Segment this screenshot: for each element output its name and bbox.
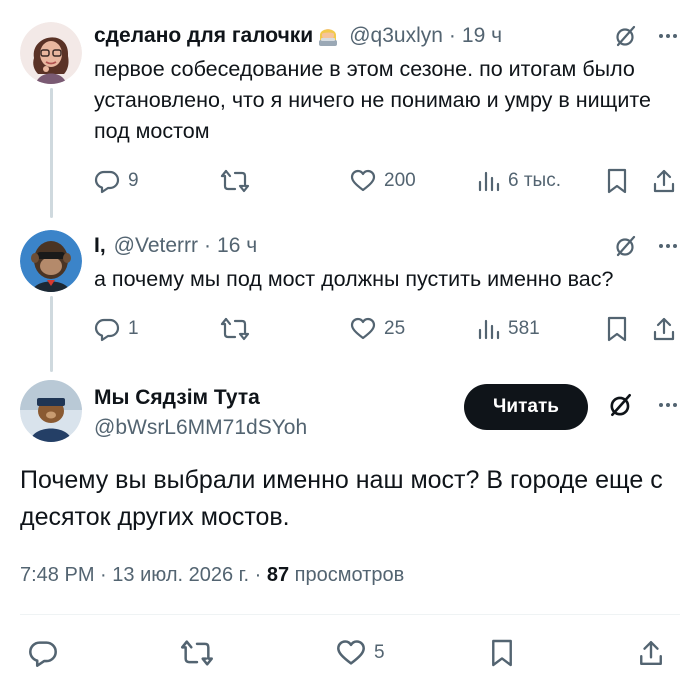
follow-button[interactable]: Читать bbox=[464, 384, 588, 430]
like-button[interactable]: 200 bbox=[350, 166, 416, 196]
grok-icon[interactable] bbox=[614, 24, 638, 48]
views-label: просмотров bbox=[294, 564, 405, 586]
main-tweet-actions: 5 bbox=[20, 636, 680, 670]
tweet-actions: 1 25 581 bbox=[94, 314, 680, 344]
main-tweet-header: Мы Сядзім Тута @bWsrL6MM71dSYoh Читать bbox=[20, 380, 680, 448]
retweet-button[interactable] bbox=[220, 314, 258, 344]
author-name[interactable]: сделано для галочки bbox=[94, 24, 313, 48]
avatar[interactable] bbox=[20, 230, 82, 292]
tweet-time[interactable]: 7:48 PM bbox=[20, 564, 94, 586]
more-icon[interactable] bbox=[656, 393, 680, 417]
views-count: 581 bbox=[508, 318, 540, 339]
retweet-icon bbox=[220, 169, 250, 193]
share-button[interactable] bbox=[652, 314, 676, 344]
timestamp[interactable]: 19 ч bbox=[462, 24, 502, 48]
views-count: 6 тыс. bbox=[508, 170, 561, 191]
thread-line-2 bbox=[50, 296, 53, 372]
retweet-icon bbox=[220, 317, 250, 341]
like-icon bbox=[337, 640, 365, 665]
lady-emoji-icon bbox=[315, 23, 341, 49]
divider bbox=[20, 614, 680, 615]
avatar[interactable] bbox=[20, 22, 82, 84]
reply-button[interactable]: 1 bbox=[94, 314, 139, 344]
share-icon bbox=[653, 169, 675, 193]
tweet-date[interactable]: 13 июл. 2026 г. bbox=[112, 564, 249, 586]
separator: · bbox=[100, 564, 107, 586]
grok-icon[interactable] bbox=[614, 234, 638, 258]
tweet-2[interactable]: I, @Veterrr · 16 ч а почему мы под мост … bbox=[94, 230, 680, 295]
reply-button[interactable]: 9 bbox=[94, 166, 139, 196]
views-icon bbox=[478, 171, 500, 192]
reply-count: 1 bbox=[128, 318, 139, 339]
retweet-button[interactable] bbox=[220, 166, 258, 196]
avatar[interactable] bbox=[20, 380, 82, 442]
views-button[interactable]: 6 тыс. bbox=[476, 166, 561, 196]
more-icon[interactable] bbox=[656, 24, 680, 48]
timestamp[interactable]: 16 ч bbox=[217, 234, 257, 258]
views-icon bbox=[478, 319, 500, 340]
views-button[interactable]: 581 bbox=[476, 314, 540, 344]
reply-button[interactable] bbox=[28, 636, 58, 670]
reply-count: 9 bbox=[128, 170, 139, 191]
tweet-text: а почему мы под мост должны пустить имен… bbox=[94, 267, 614, 291]
tweet-1[interactable]: сделано для галочки @q3uxlyn · 19 ч перв… bbox=[94, 20, 680, 147]
like-button[interactable]: 25 bbox=[350, 314, 405, 344]
bookmark-button[interactable] bbox=[606, 166, 628, 196]
retweet-icon bbox=[181, 640, 213, 666]
reply-icon bbox=[94, 318, 120, 342]
grok-icon[interactable] bbox=[608, 392, 634, 418]
bookmark-icon bbox=[492, 639, 512, 667]
views-count: 87 bbox=[266, 564, 290, 586]
tweet-meta: 7:48 PM · 13 июл. 2026 г. · 87 просмотро… bbox=[20, 564, 404, 587]
thread-line-1 bbox=[50, 88, 53, 218]
tweet-actions: 9 200 6 тыс. bbox=[94, 166, 680, 196]
author-handle[interactable]: @q3uxlyn bbox=[349, 24, 443, 48]
bookmark-button[interactable] bbox=[490, 636, 514, 670]
like-button[interactable]: 5 bbox=[336, 636, 385, 670]
like-count: 200 bbox=[384, 170, 416, 191]
separator: · bbox=[448, 24, 456, 47]
author-handle[interactable]: @Veterrr bbox=[114, 234, 198, 258]
bookmark-button[interactable] bbox=[606, 314, 628, 344]
share-icon bbox=[653, 317, 675, 341]
reply-icon bbox=[29, 641, 57, 667]
main-tweet-text: Почему вы выбрали именно наш мост? В гор… bbox=[20, 466, 663, 531]
like-icon bbox=[350, 317, 376, 340]
separator: · bbox=[204, 234, 212, 257]
reply-icon bbox=[94, 170, 120, 194]
tweet-text: первое собеседование в этом сезоне. по и… bbox=[94, 57, 651, 143]
like-count: 25 bbox=[384, 318, 406, 339]
separator: · bbox=[254, 564, 262, 586]
like-icon bbox=[350, 169, 376, 192]
bookmark-icon bbox=[607, 316, 627, 342]
share-button[interactable] bbox=[638, 636, 664, 670]
author-name[interactable]: I, bbox=[94, 234, 106, 258]
bookmark-icon bbox=[607, 168, 627, 194]
like-count: 5 bbox=[374, 642, 385, 663]
share-icon bbox=[640, 640, 662, 666]
more-icon[interactable] bbox=[656, 234, 680, 258]
author-handle[interactable]: @bWsrL6MM71dSYoh bbox=[94, 416, 307, 440]
retweet-button[interactable] bbox=[180, 636, 214, 670]
share-button[interactable] bbox=[652, 166, 676, 196]
author-name[interactable]: Мы Сядзім Тута bbox=[94, 386, 260, 410]
